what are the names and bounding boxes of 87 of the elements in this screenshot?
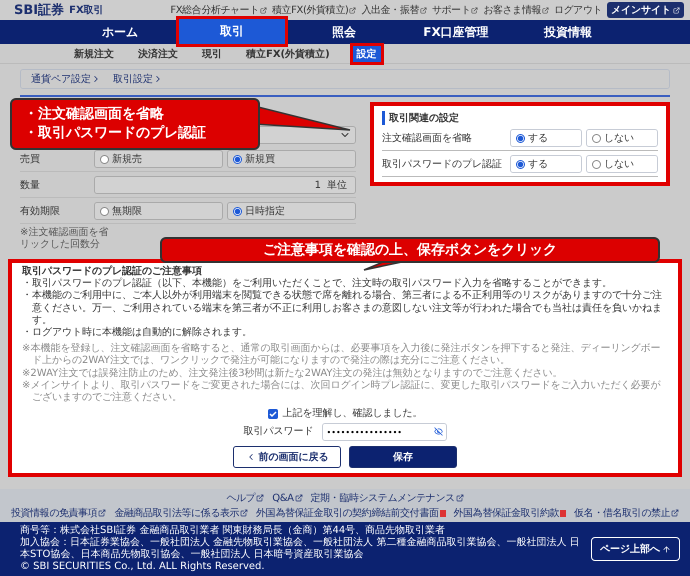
company-info: 加入協会：日本証券業協会、一般社団法人 金融先物取引業協会、一般社団法人 第二種金融商品取引業協会、一般社団法人 日本STO協会、日本商品先物取引協会、一般社団法人 日本暗号資産取引業協会 (20, 537, 581, 561)
external-link-icon (98, 509, 106, 517)
nav-tab[interactable]: 取引 (176, 16, 288, 47)
radio-icon[interactable] (100, 154, 109, 164)
radio-icon[interactable] (233, 206, 242, 216)
external-link-icon (471, 6, 478, 14)
page-top-button[interactable]: ページ上部へ (591, 537, 680, 561)
sub-tab[interactable]: 新規注文 (70, 46, 118, 62)
radio-option[interactable]: 日時指定 (227, 202, 356, 220)
radio-option[interactable]: する (510, 155, 582, 173)
radio-icon[interactable] (592, 160, 601, 168)
quantity-field[interactable]: 1 単位 (94, 176, 356, 194)
note-text: ※注文確認画面を省 (20, 227, 108, 239)
eye-slash-icon[interactable] (434, 427, 442, 436)
field-label: 売買 (20, 152, 41, 166)
notice-note: ※2WAY注文では誤発注防止のため、注文発注後3秒間は新たな2WAY注文の発注は無効となりますのでご注意ください。 (22, 368, 562, 380)
radio-option[interactable]: する (510, 129, 582, 147)
radio-option[interactable]: 新規買 (227, 150, 356, 168)
external-link-icon (420, 6, 427, 14)
radio-option[interactable]: しない (586, 155, 658, 173)
document-icon (560, 510, 566, 516)
breadcrumb-link[interactable]: 通貨ペア設定 (31, 72, 101, 86)
radio-icon[interactable] (233, 154, 242, 164)
radio-icon[interactable] (100, 206, 109, 216)
footer-link[interactable]: 金融商品取引法等に係る表示 (114, 506, 248, 520)
external-link-icon (542, 6, 549, 14)
password-field[interactable]: •••••••••••••••• (322, 423, 446, 442)
external-link-icon (349, 6, 356, 14)
header-link[interactable]: FX総合分析チャート (170, 3, 267, 17)
radio-option[interactable]: しない (586, 129, 658, 147)
back-button[interactable]: 前の画面に戻る (233, 446, 341, 468)
footer-link[interactable]: ヘルプ (226, 491, 264, 505)
nav-tab[interactable]: 投資情報 (512, 20, 624, 44)
footer-link[interactable]: 定期・臨時システムメンテナンス (310, 491, 464, 505)
radio-option[interactable]: 新規売 (94, 150, 223, 168)
logo: SBI証券 (14, 2, 64, 19)
external-link-icon (240, 509, 248, 517)
save-button[interactable]: 保存 (349, 446, 457, 468)
notice-note: ※メインサイトより、取引パスワードをご変更された場合には、次回ログイン時プレ認証に、変更した取引パスワードをご入力いただく必要がございますのでご注意ください。 (22, 380, 662, 404)
header-link[interactable]: ログアウト (554, 3, 602, 17)
field-label: 有効期限 (20, 204, 61, 218)
external-link-icon (260, 6, 267, 14)
radio-icon[interactable] (592, 134, 601, 142)
external-link-icon (673, 6, 680, 14)
note-text: リックした回数分 (20, 239, 100, 251)
breadcrumb-link[interactable]: 取引設定 (113, 72, 163, 86)
header-link[interactable]: 入出金・振替 (361, 3, 427, 17)
company-info: 商号等：株式会社SBI証券 金融商品取引業者 関東財務局長（金商）第44号、商品先物取引業者 (20, 525, 446, 536)
header-link[interactable]: お客さま情報 (483, 3, 549, 17)
header-link[interactable]: サポート (432, 3, 478, 17)
field-label: 取引パスワード (244, 426, 314, 438)
document-icon (440, 510, 446, 516)
notice-item: ・本機能のご利用中に、ご本人以外が利用端末を閲覧できる状態で席を離れる場合、第三者による不正利用等のリスクがありますので十分ご注意ください。万一、ご利用されている端末を第三者が不正に利用しお客さまの意図しない注文等が行われた場合でも当社は責任を負いかねます。 (22, 290, 663, 326)
nav-tab[interactable]: FX口座管理 (400, 20, 512, 44)
panel-title: 取引関連の設定 (382, 111, 658, 125)
external-link-icon (671, 509, 680, 517)
footer-link[interactable]: 外国為替保証金取引の契約締結前交付書面 (256, 506, 446, 520)
nav-tab[interactable]: 照会 (288, 20, 400, 44)
setting-label: 注文確認画面を省略 (382, 132, 473, 145)
copyright: © SBI SECURITIES Co., Ltd. ALL Rights Reserved. (20, 561, 265, 573)
header-link[interactable]: 積立FX(外貨積立) (272, 3, 356, 17)
sub-tab[interactable]: 設定 (350, 42, 384, 64)
external-link-icon (456, 494, 464, 502)
sub-tab[interactable]: 現引 (198, 46, 226, 62)
notice-item: ・ログアウト時に本機能は自動的に解除されます。 (22, 326, 252, 340)
notice-title: 取引パスワードのプレ認証のご注意事項 (22, 266, 202, 278)
notice-note: ※本機能を登録し、注文確認画面を省略すると、通常の取引画面からは、必要事項を入力後に発注ボタンを押下すると発注、ディーリングボード上からの2WAY注文では、ワンクリックで発注が可能になりますので発注の際は充分にご注意ください。 (22, 343, 662, 368)
radio-icon[interactable] (516, 134, 525, 142)
external-link-icon (294, 494, 303, 502)
main-site-button[interactable]: メインサイト (607, 2, 684, 18)
checkbox[interactable] (268, 409, 278, 420)
external-link-icon (256, 494, 264, 502)
radio-icon[interactable] (516, 160, 525, 168)
footer-link[interactable]: 仮名・借名取引の禁止 (574, 506, 680, 520)
setting-label: 取引パスワードのプレ認証 (382, 158, 503, 171)
notice-item: ・取引パスワードのプレ認証（以下、本機能）をご利用いただくことで、注文時の取引パスワード入力を省略することができます。 (22, 278, 612, 290)
sub-tab[interactable]: 決済注文 (134, 46, 182, 62)
product-name: FX取引 (69, 4, 104, 17)
nav-tab[interactable]: ホーム (64, 20, 176, 44)
sub-tab[interactable]: 積立FX(外貨積立) (242, 46, 334, 62)
footer-link[interactable]: Q&A (272, 492, 303, 504)
checkbox-label: 上記を理解し、確認しました。 (282, 408, 422, 420)
field-label: 数量 (20, 179, 41, 192)
radio-option[interactable]: 無期限 (94, 202, 223, 220)
arrow-up-icon (662, 544, 671, 554)
footer-link[interactable]: 外国為替保証金取引約款 (454, 506, 566, 520)
footer-link[interactable]: 投資情報の免責事項 (10, 506, 106, 520)
